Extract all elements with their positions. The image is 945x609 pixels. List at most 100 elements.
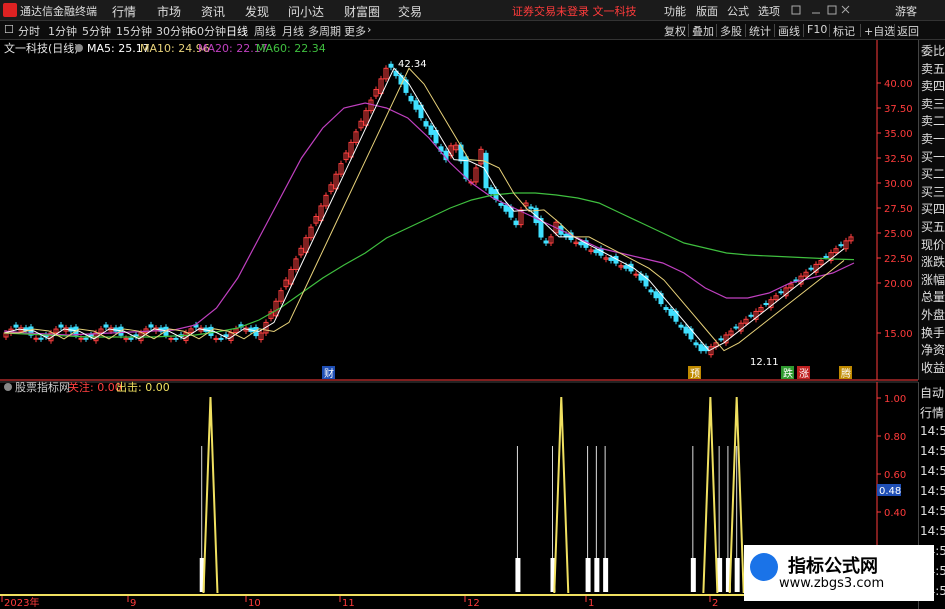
low-marker: 12.11 (750, 357, 779, 368)
tick-time-label[interactable]: 行情 (920, 404, 944, 421)
guanzhu-value: 关注: 0.00 (68, 380, 122, 394)
candle-body (763, 303, 769, 306)
price-tick-label: 22.50 (884, 254, 913, 265)
tool-fanhui[interactable]: 返回 (897, 23, 919, 39)
app-name: 通达信金融终端 (20, 5, 97, 18)
period-15min[interactable]: 15分钟 (116, 23, 152, 39)
maximize-icon[interactable] (827, 5, 837, 15)
candle-body (778, 291, 784, 294)
candle-body (388, 63, 394, 68)
candle-body (408, 95, 414, 102)
ind-tick-label: 0.60 (884, 470, 906, 481)
login-notice[interactable]: 证券交易未登录 文一科技 (512, 3, 637, 19)
date-axis: 2023年 9 10 11 12 1 2 (1, 596, 718, 609)
date-tick-label: 2 (712, 598, 718, 609)
ma10-line (4, 67, 845, 352)
candle-body (663, 307, 669, 310)
quote-field-label: 买四 (921, 202, 945, 217)
candle-body (503, 204, 509, 212)
period-fenshi[interactable]: 分时 (18, 23, 40, 39)
zhang-label: 涨 (799, 368, 809, 380)
menu-hangqing[interactable]: 行情 (112, 3, 136, 20)
kline-chart[interactable]: 文一科技(日线) MA5: 25.17 MA10: 24.96 MA20: 22… (0, 40, 918, 609)
divider (774, 24, 775, 37)
candle-body (123, 337, 129, 340)
die-label: 跌 (783, 367, 793, 380)
signal-bar (690, 558, 696, 592)
chevron-right-icon[interactable]: › (367, 23, 371, 36)
period-more[interactable]: 更多 (344, 23, 366, 39)
tool-diejia[interactable]: 叠加 (692, 23, 714, 39)
date-tick-label: 10 (248, 598, 261, 609)
tool-zixuan[interactable]: +自选 (864, 23, 895, 39)
quote-field-label: 换手 (921, 325, 945, 340)
period-daily[interactable]: 日线 (226, 23, 248, 39)
price-tick-label: 37.50 (884, 104, 913, 115)
menu-caifuquan[interactable]: 财富圈 (344, 3, 380, 20)
period-5min[interactable]: 5分钟 (82, 23, 111, 39)
teng-label: 腾 (841, 367, 851, 380)
watermark-logo-icon (750, 553, 778, 581)
ind-tick-label: 0.40 (884, 508, 906, 519)
window-controls (791, 5, 850, 15)
signal-peak (702, 396, 719, 594)
period-weekly[interactable]: 周线 (254, 23, 276, 39)
menu-shichang[interactable]: 市场 (157, 3, 181, 20)
signal-bar (603, 558, 609, 592)
settings-icon[interactable] (75, 44, 83, 52)
candle-body (838, 244, 844, 247)
menu-jiaoyi[interactable]: 交易 (398, 3, 422, 20)
menu-zixun[interactable]: 资讯 (201, 3, 225, 20)
divider (688, 24, 689, 37)
period-60min[interactable]: 60分钟 (190, 23, 226, 39)
ma60-label: MA60: 22.34 (256, 42, 326, 55)
menu-gongshi[interactable]: 公式 (727, 3, 749, 19)
tool-fuquan[interactable]: 复权 (664, 23, 686, 39)
tool-huaxian[interactable]: 画线 (778, 23, 800, 39)
period-30min[interactable]: 30分钟 (156, 23, 192, 39)
app-logo-icon (3, 3, 17, 17)
quote-field-label: 卖二 (921, 114, 945, 129)
divider (894, 24, 895, 37)
period-multi[interactable]: 多周期 (308, 23, 341, 39)
candle-body (633, 273, 639, 276)
ma-lines (3, 67, 855, 352)
date-tick-label: 12 (467, 598, 480, 609)
menu-banmian[interactable]: 版面 (696, 3, 718, 19)
tool-f10[interactable]: F10 (807, 23, 827, 36)
quote-field-label: 总量 (921, 290, 945, 305)
candle-body (653, 291, 659, 299)
candle-body (458, 144, 464, 162)
chuji-value: 出击: 0.00 (116, 380, 170, 394)
candle-body (128, 337, 134, 340)
candle-body (733, 326, 739, 329)
divider (716, 24, 717, 37)
menu-xuanxiang[interactable]: 选项 (758, 3, 780, 19)
period-monthly[interactable]: 月线 (282, 23, 304, 39)
candle-body (693, 342, 699, 346)
price-tick-label: 35.00 (884, 129, 913, 140)
menu-faxian[interactable]: 发现 (245, 3, 269, 20)
tool-biaoji[interactable]: 标记 (833, 23, 855, 39)
close-icon[interactable] (841, 5, 850, 14)
menu-wenxiaoda[interactable]: 问小达 (288, 3, 324, 20)
menu-gongneng[interactable]: 功能 (664, 3, 686, 19)
tick-time-label[interactable]: 自动 (920, 384, 944, 401)
tool-duogu[interactable]: 多股 (720, 23, 742, 39)
indicator-axis: 1.00 0.80 0.60 0.40 (877, 394, 906, 519)
period-1min[interactable]: 1分钟 (48, 23, 77, 39)
tick-time-label: 14:50 (920, 444, 945, 458)
watermark-url: www.zbgs3.com (779, 576, 885, 591)
settings-icon[interactable] (4, 383, 12, 391)
stock-title: 文一科技(日线) (4, 41, 79, 55)
quote-field-label: 涨幅 (921, 272, 945, 287)
ma20-line (3, 102, 855, 336)
tool-tongji[interactable]: 统计 (749, 23, 771, 39)
signal-bar (594, 558, 600, 592)
checkbox-icon[interactable]: ☐ (4, 23, 14, 36)
quote-field-label: 卖四 (921, 79, 945, 94)
guest-label[interactable]: 游客 (895, 3, 917, 19)
cai-label: 财 (324, 367, 334, 380)
restore-icon[interactable] (791, 5, 801, 15)
candle-body (83, 337, 89, 340)
